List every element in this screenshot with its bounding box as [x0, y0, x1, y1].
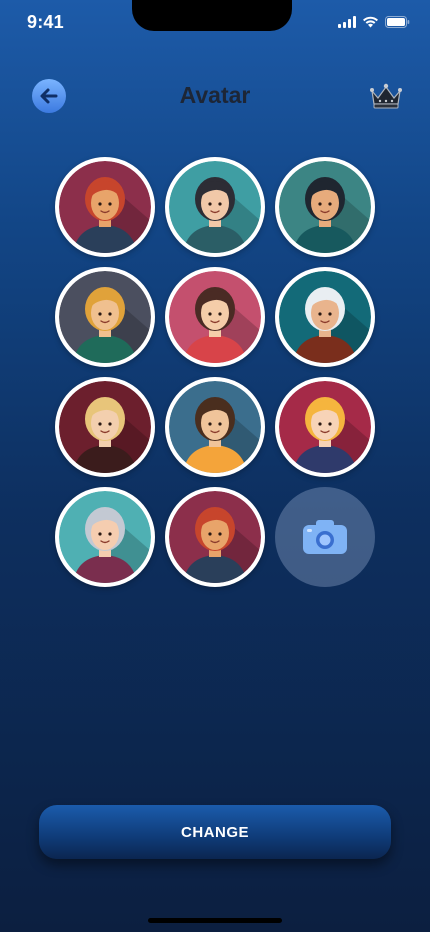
avatar-grandma[interactable] — [55, 487, 155, 587]
avatar-illustration — [59, 161, 151, 253]
change-button[interactable]: CHANGE — [39, 805, 391, 859]
avatar-man-blond[interactable] — [55, 267, 155, 367]
crown-icon — [370, 83, 402, 109]
notch — [132, 0, 292, 31]
avatar-illustration — [279, 161, 371, 253]
avatar-woman-long-dark-hair[interactable] — [275, 157, 375, 257]
avatar-illustration — [279, 271, 371, 363]
avatar-illustration — [169, 491, 261, 583]
avatar-illustration — [169, 271, 261, 363]
battery-icon — [385, 16, 410, 28]
page-title: Avatar — [179, 82, 251, 108]
signal-icon — [338, 16, 356, 28]
upload-photo-button[interactable] — [275, 487, 375, 587]
avatar-illustration — [59, 271, 151, 363]
avatar-woman-red-hijab-2[interactable] — [165, 487, 265, 587]
avatar-old-man-beard[interactable] — [275, 267, 375, 367]
avatar-illustration — [59, 491, 151, 583]
avatar-illustration — [279, 381, 371, 473]
status-time: 9:41 — [27, 12, 64, 32]
avatar-grid — [55, 157, 375, 587]
avatar-illustration — [169, 161, 261, 253]
avatar-woman-blonde-curly[interactable] — [55, 377, 155, 477]
crown-button[interactable] — [369, 82, 403, 110]
avatar-boy-brown-hair[interactable] — [165, 377, 265, 477]
avatar-man-dark-hair[interactable] — [165, 157, 265, 257]
camera-icon — [303, 520, 347, 554]
avatar-illustration — [59, 381, 151, 473]
avatar-woman-red-hijab[interactable] — [55, 157, 155, 257]
home-indicator — [148, 918, 282, 923]
avatar-illustration — [169, 381, 261, 473]
wifi-icon — [363, 16, 378, 28]
avatar-girl-blonde[interactable] — [275, 377, 375, 477]
avatar-girl-brown-hair[interactable] — [165, 267, 265, 367]
status-icons — [338, 16, 410, 28]
